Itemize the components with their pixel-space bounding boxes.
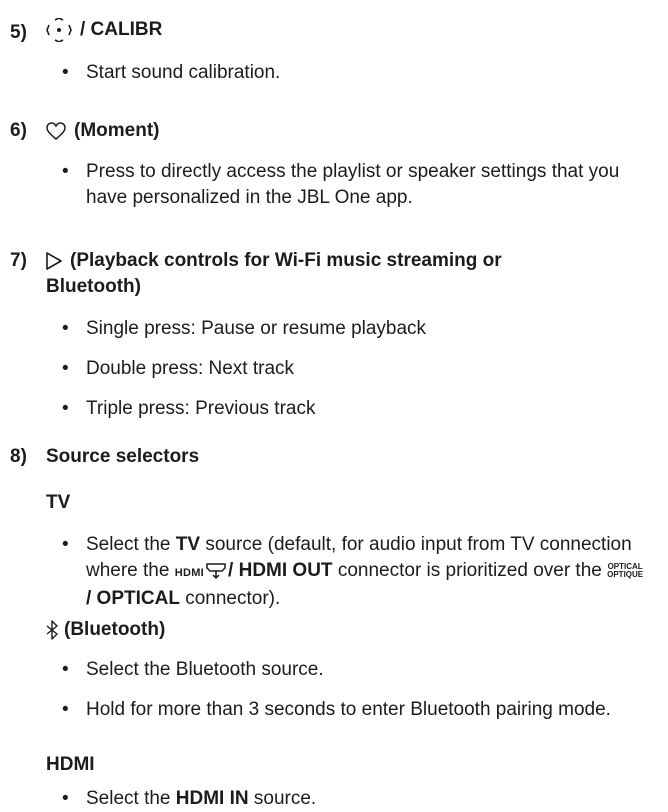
section-6-heading: (Moment) [46, 118, 159, 144]
section-7-title-line-1: (Playback controls for Wi-Fi music strea… [70, 250, 502, 271]
bullet [62, 159, 74, 185]
bullet [62, 657, 74, 683]
bullet [62, 786, 74, 812]
section-6-title: (Moment) [74, 120, 160, 141]
bullet [62, 60, 74, 86]
play-icon [46, 252, 62, 270]
section-5-heading: / CALIBR [46, 17, 162, 43]
hdmi-bullet-1: Select the HDMI IN source. [86, 788, 317, 809]
section-7-title-line-2: Bluetooth) [46, 276, 141, 297]
section-5-number: 5) [10, 22, 27, 43]
section-8-title: Source selectors [46, 446, 200, 467]
tv-heading: TV [46, 492, 71, 513]
section-7-number: 7) [10, 250, 27, 271]
tv-bullet-1: Select the TV source (default, for audio… [86, 534, 644, 609]
section-8-number: 8) [10, 446, 27, 467]
bullet [62, 532, 74, 558]
section-7-heading: (Playback controls for Wi-Fi music strea… [46, 248, 656, 274]
bullet [62, 356, 74, 382]
section-7-bullet-1: Single press: Pause or resume playback [86, 318, 427, 339]
section-6-bullet-1: Press to directly access the playlist or… [86, 161, 620, 208]
bluetooth-heading: (Bluetooth) [46, 617, 165, 643]
bluetooth-bullet-2: Hold for more than 3 seconds to enter Bl… [86, 699, 611, 720]
hdmi-heading: HDMI [46, 754, 95, 775]
bullet [62, 316, 74, 342]
bluetooth-bullet-1: Select the Bluetooth source. [86, 659, 324, 680]
hdmi-arc-icon [206, 562, 226, 580]
bluetooth-icon [46, 620, 58, 640]
bullet [62, 697, 74, 723]
heart-icon [46, 122, 66, 140]
section-6-number: 6) [10, 120, 27, 141]
section-7-bullet-2: Double press: Next track [86, 358, 295, 379]
section-7-bullet-3: Triple press: Previous track [86, 398, 316, 419]
calibration-icon [46, 17, 72, 42]
section-5-bullet-1: Start sound calibration. [86, 62, 281, 83]
bullet [62, 396, 74, 422]
optical-label: OPTICAL OPTIQUE [607, 561, 644, 579]
bluetooth-title: (Bluetooth) [64, 619, 166, 640]
section-5-title: / CALIBR [80, 19, 163, 40]
hdmi-label: HDMI [174, 567, 205, 579]
